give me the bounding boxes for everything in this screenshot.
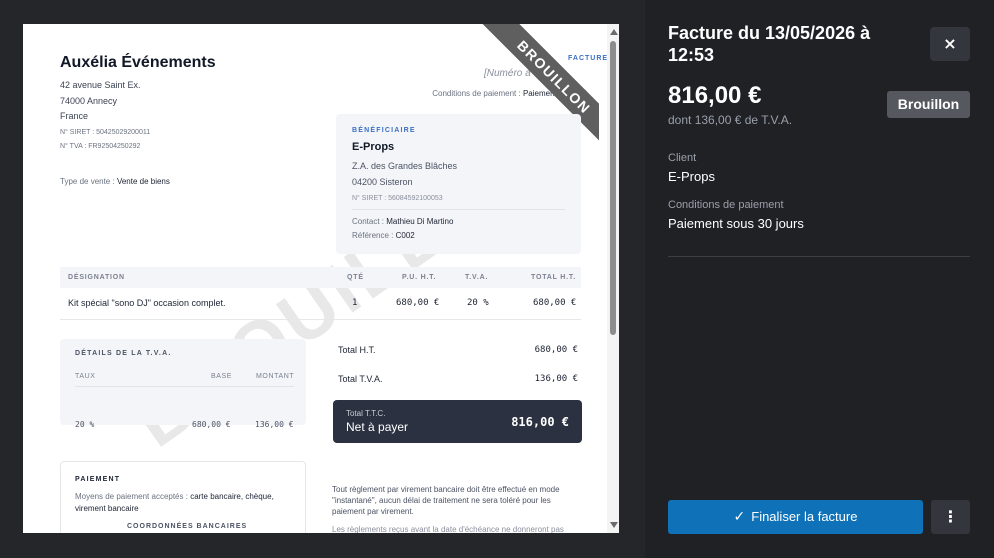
- bank-details-title: COORDONNÉES BANCAIRES: [127, 523, 248, 530]
- client-label: Client: [668, 152, 697, 164]
- payment-terms-value: Paiement sous 30: [522, 89, 587, 98]
- reference-label: Référence :: [352, 231, 394, 240]
- payment-means-label: Moyens de paiement acceptés :: [75, 492, 188, 501]
- invoice-document: BROUILLON Auxélia Événements 42 avenue S…: [23, 24, 619, 533]
- item-designation: Kit spécial "sono DJ" occasion complet.: [68, 298, 226, 308]
- invoice-preview-area: BROUILLON Auxélia Événements 42 avenue S…: [0, 0, 645, 558]
- beneficiary-divider: [352, 209, 565, 210]
- total-ht-label: Total H.T.: [338, 345, 376, 355]
- beneficiary-label: BÉNÉFICIAIRE: [352, 127, 416, 134]
- sale-type: Type de vente : Vente de biens: [60, 177, 170, 186]
- panel-title: Facture du 13/05/2026 à 12:53: [668, 23, 871, 65]
- payment-terms-note: Tout règlement par virement bancaire doi…: [332, 485, 560, 516]
- beneficiary-card: BÉNÉFICIAIRE E-Props Z.A. des Grandes Bl…: [336, 114, 581, 254]
- issuer-siret: N° SIRET : 50425029200011: [60, 129, 151, 136]
- beneficiary-name: E-Props: [352, 141, 395, 153]
- reference-value: C002: [395, 231, 415, 240]
- vat-divider: [75, 386, 294, 387]
- col-designation: DÉSIGNATION: [68, 274, 125, 281]
- issuer-vat-number: N° TVA : FR92504250292: [60, 143, 141, 150]
- total-tva-label: Total T.V.A.: [338, 374, 383, 384]
- beneficiary-address-line2: 04200 Sisteron: [352, 177, 413, 187]
- client-value: E-Props: [668, 169, 715, 184]
- total-tva-value: 136,00 €: [534, 374, 578, 384]
- finalize-invoice-label: Finaliser la facture: [751, 509, 858, 524]
- net-to-pay-value: 816,00 €: [511, 415, 569, 429]
- sale-type-label: Type de vente :: [60, 177, 115, 186]
- early-payment-note: Les règlements reçus avant la date d'éch…: [332, 525, 564, 533]
- vat-details-title: DÉTAILS DE LA T.V.A.: [75, 350, 172, 357]
- vat-rate-value: 20 %: [75, 420, 95, 429]
- vat-included-note: dont 136,00 € de T.V.A.: [668, 113, 793, 127]
- total-tva-line: Total T.V.A. 136,00 €: [338, 374, 578, 384]
- panel-divider: [668, 256, 970, 257]
- net-to-pay-box: Total T.T.C. Net à payer 816,00 €: [333, 400, 582, 443]
- vat-col-rate: TAUX: [75, 373, 96, 380]
- item-unit-price: 680,00 €: [396, 298, 440, 308]
- payment-terms: Conditions de paiement : Paiement sous 3…: [432, 89, 587, 98]
- total-ttc-label: Total T.T.C.: [346, 409, 386, 418]
- payment-terms-field-value: Paiement sous 30 jours: [668, 216, 804, 231]
- beneficiary-siret: N° SIRET : 56084592100053: [352, 195, 443, 202]
- net-to-pay-label: Net à payer: [346, 420, 409, 434]
- invoice-number-placeholder: [Numéro à: [484, 68, 531, 79]
- sale-type-value: Vente de biens: [116, 177, 170, 186]
- scroll-up-arrow-icon[interactable]: [610, 29, 618, 35]
- invoice-side-panel: Facture du 13/05/2026 à 12:53 × 816,00 €…: [645, 0, 994, 558]
- vat-col-base: BASE: [211, 373, 233, 380]
- col-unit-price: P.U. H.T.: [402, 274, 437, 281]
- scroll-down-arrow-icon[interactable]: [610, 522, 618, 528]
- contact-value: Mathieu Di Martino: [386, 217, 454, 226]
- payment-means: Moyens de paiement acceptés : carte banc…: [75, 491, 300, 515]
- item-total: 680,00 €: [533, 298, 577, 308]
- more-vertical-icon: ⋮: [942, 507, 959, 526]
- table-row: Kit spécial "sono DJ" occasion complet. …: [60, 290, 581, 320]
- item-vat: 20 %: [467, 298, 489, 308]
- vat-details-card: DÉTAILS DE LA T.V.A. TAUX BASE MONTANT 2…: [60, 339, 306, 429]
- check-icon: ✓: [733, 509, 746, 525]
- invoice-amount: 816,00 €: [668, 82, 762, 109]
- beneficiary-address-line1: Z.A. des Grandes Blâches: [352, 161, 458, 171]
- vat-amount-value: 136,00 €: [255, 420, 294, 429]
- issuer-country: France: [60, 111, 89, 121]
- item-qty: 1: [352, 298, 358, 308]
- beneficiary-reference: Référence : C002: [352, 231, 415, 240]
- issuer-name: Auxélia Événements: [60, 54, 216, 71]
- total-ht-line: Total H.T. 680,00 €: [338, 345, 578, 355]
- vat-col-amount: MONTANT: [256, 373, 295, 380]
- more-actions-button[interactable]: ⋮: [931, 500, 970, 534]
- finalize-invoice-button[interactable]: ✓ Finaliser la facture: [668, 500, 923, 534]
- col-qty: QTÉ: [347, 274, 364, 281]
- payment-terms-field-label: Conditions de paiement: [668, 199, 784, 211]
- close-icon: ×: [943, 34, 957, 53]
- payment-title: PAIEMENT: [75, 476, 121, 483]
- close-button[interactable]: ×: [930, 27, 970, 61]
- document-scrollbar[interactable]: [607, 24, 619, 533]
- beneficiary-contact: Contact : Mathieu Di Martino: [352, 217, 453, 226]
- items-table-header: DÉSIGNATION QTÉ P.U. H.T. T.V.A. TOTAL H…: [60, 267, 581, 288]
- scrollbar-thumb[interactable]: [610, 41, 616, 335]
- invoice-page: BROUILLON Auxélia Événements 42 avenue S…: [23, 24, 607, 533]
- status-badge: Brouillon: [887, 91, 970, 118]
- total-ht-value: 680,00 €: [534, 345, 578, 355]
- issuer-address-line1: 42 avenue Saint Ex.: [60, 80, 141, 90]
- vat-base-value: 680,00 €: [192, 420, 231, 429]
- col-total: TOTAL H.T.: [531, 274, 576, 281]
- col-vat: T.V.A.: [465, 274, 489, 281]
- invoice-number-link[interactable]: FACTURE: [568, 55, 608, 62]
- payment-terms-label: Conditions de paiement :: [432, 89, 521, 98]
- contact-label: Contact :: [352, 217, 385, 226]
- payment-card: PAIEMENT Moyens de paiement acceptés : c…: [60, 461, 306, 533]
- issuer-address-line2: 74000 Annecy: [60, 96, 118, 106]
